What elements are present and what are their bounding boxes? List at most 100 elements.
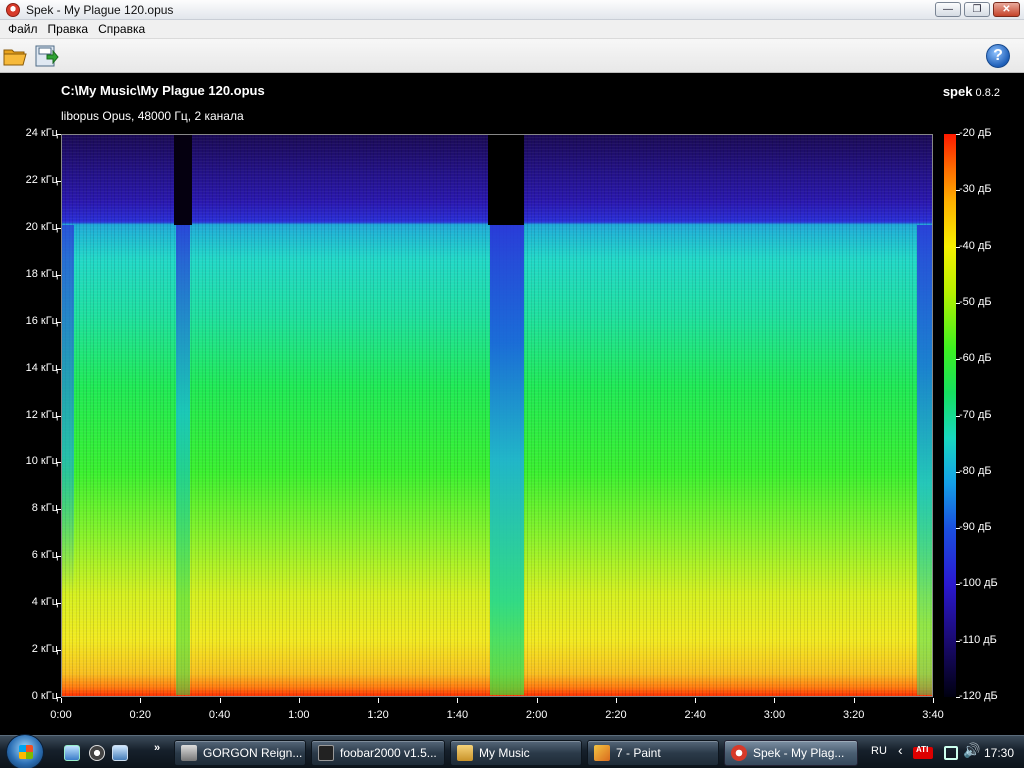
window-title-bar[interactable]: Spek - My Plague 120.opus — ❐ ✕ — [0, 0, 1024, 20]
task-label: GORGON Reign... — [203, 746, 303, 760]
colorbar-tick-label: -120 дБ — [959, 690, 998, 702]
brand-version: 0.8.2 — [975, 87, 1000, 99]
task-paint[interactable]: 7 - Paint — [587, 740, 719, 766]
y-axis-tick-mark — [56, 462, 61, 464]
y-axis-tick-mark — [56, 321, 61, 323]
colorbar-tick-mark — [956, 528, 960, 530]
clock[interactable]: 17:30 — [984, 746, 1014, 760]
x-axis-tick-mark — [695, 698, 697, 703]
tray-expand-icon[interactable]: ‹ — [898, 742, 903, 758]
y-axis-tick-label: 14 кГц — [25, 361, 58, 374]
x-axis-tick-mark — [933, 698, 934, 703]
x-axis-tick-label: 3:20 — [843, 709, 865, 721]
x-axis-tick-mark — [536, 698, 538, 703]
colorbar-tick-label: -100 дБ — [959, 577, 998, 590]
show-desktop-icon[interactable] — [64, 745, 80, 761]
y-axis-tick-mark — [56, 227, 61, 229]
language-indicator[interactable]: RU — [871, 745, 887, 757]
y-axis-tick-label: 10 кГц — [25, 455, 58, 468]
spectrogram-panel: C:\My Music\My Plague 120.opus libopus O… — [0, 74, 1024, 734]
save-icon[interactable] — [33, 43, 59, 69]
x-axis-tick-mark — [774, 698, 776, 703]
menu-edit[interactable]: Правка — [43, 22, 94, 36]
task-foobar[interactable]: foobar2000 v1.5... — [311, 740, 445, 766]
xm-icon — [181, 745, 197, 761]
quiet-stripe-4 — [917, 225, 932, 695]
quiet-stripe-1 — [62, 225, 74, 685]
task-label: foobar2000 v1.5... — [340, 746, 437, 760]
y-axis-tick-label: 6 кГц — [31, 549, 58, 562]
menu-file[interactable]: Файл — [3, 22, 43, 36]
colorbar-tick-label: -50 дБ — [959, 295, 992, 308]
y-axis-tick-mark — [56, 180, 61, 182]
x-axis-tick-mark — [140, 698, 142, 703]
quick-launch-more[interactable]: » — [154, 742, 160, 754]
x-axis-tick-label: 2:40 — [684, 709, 706, 721]
task-my-music[interactable]: My Music — [450, 740, 582, 766]
start-button[interactable] — [6, 734, 44, 768]
colorbar-tick-mark — [956, 246, 960, 248]
y-axis-tick-label: 18 кГц — [25, 267, 58, 280]
y-axis-tick-mark — [56, 134, 61, 135]
colorbar-tick-label: -80 дБ — [959, 464, 992, 477]
y-axis-tick-label: 2 кГц — [31, 643, 58, 656]
x-axis-tick-mark — [615, 698, 617, 703]
y-axis-tick-mark — [56, 603, 61, 605]
quiet-stripe-3 — [490, 225, 524, 695]
menu-help[interactable]: Справка — [93, 22, 150, 36]
minimize-button[interactable]: — — [935, 2, 961, 17]
colorbar-tick-label: -60 дБ — [959, 352, 992, 365]
windows-logo-icon — [19, 745, 33, 759]
y-axis-tick-label: 16 кГц — [25, 314, 58, 327]
foobar-icon — [318, 745, 334, 761]
maximize-button[interactable]: ❐ — [964, 2, 990, 17]
x-axis-tick-label: 1:20 — [367, 709, 389, 721]
quiet-stripe-2 — [176, 225, 190, 695]
paint-icon — [594, 745, 610, 761]
y-axis-tick-mark — [56, 415, 61, 417]
x-axis-tick-label: 3:00 — [763, 709, 786, 721]
y-axis-tick-label: 8 кГц — [31, 502, 58, 515]
gap-dark-region-2 — [488, 135, 524, 225]
x-axis-tick-label: 1:40 — [446, 709, 469, 721]
y-axis-tick-label: 0 кГц — [31, 690, 58, 702]
colorbar-tick-mark — [956, 415, 960, 417]
x-axis-tick-label: 3:40 — [922, 709, 944, 721]
colorbar-tick-label: -20 дБ — [959, 127, 992, 139]
network-icon[interactable] — [944, 746, 958, 760]
x-axis-tick-mark — [61, 698, 62, 703]
close-button[interactable]: ✕ — [993, 2, 1020, 17]
media-player-icon[interactable] — [89, 745, 105, 761]
spectrogram-image[interactable] — [61, 134, 933, 697]
file-path: C:\My Music\My Plague 120.opus — [61, 83, 265, 98]
y-axis-tick-mark — [56, 274, 61, 276]
colorbar-tick-label: -30 дБ — [959, 183, 992, 196]
y-axis-tick-mark — [56, 556, 61, 558]
x-axis-tick-mark — [853, 698, 855, 703]
colorbar-tick-mark — [956, 134, 960, 135]
colorbar-tick-label: -110 дБ — [959, 633, 997, 646]
colorbar-tick-mark — [956, 471, 960, 473]
y-axis-tick-mark — [56, 368, 61, 370]
menu-bar: Файл Правка Справка — [0, 20, 1024, 39]
x-axis-tick-mark — [378, 698, 380, 703]
switch-windows-icon[interactable] — [112, 745, 128, 761]
task-label: Spek - My Plag... — [753, 746, 845, 760]
ati-tray-label: ATI — [916, 745, 929, 754]
colorbar-tick-mark — [956, 640, 960, 642]
x-axis-tick-label: 0:40 — [208, 709, 231, 721]
help-icon[interactable]: ? — [986, 44, 1010, 68]
task-spek[interactable]: Spek - My Plag... — [724, 740, 858, 766]
task-label: 7 - Paint — [616, 746, 661, 760]
folder-open-icon[interactable] — [2, 43, 28, 69]
volume-icon[interactable]: 🔊 — [963, 742, 980, 759]
colorbar-tick-mark — [956, 584, 960, 586]
spek-brand: spek 0.8.2 — [943, 84, 1000, 99]
file-info: libopus Opus, 48000 Гц, 2 канала — [61, 109, 244, 123]
x-axis-tick-mark — [298, 698, 300, 703]
y-axis-tick-label: 24 кГц — [25, 127, 58, 139]
y-axis-tick-label: 22 кГц — [25, 173, 58, 186]
colorbar-tick-label: -40 дБ — [959, 239, 992, 252]
task-gorgon[interactable]: GORGON Reign... — [174, 740, 306, 766]
spek-app-icon — [6, 3, 20, 17]
